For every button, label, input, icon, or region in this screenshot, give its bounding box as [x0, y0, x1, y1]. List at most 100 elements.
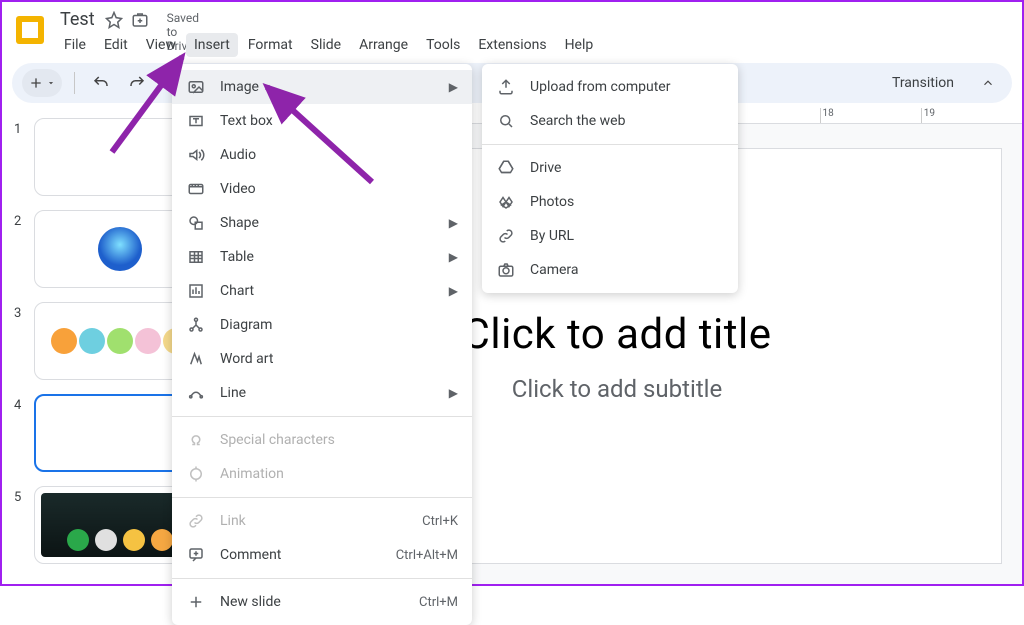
slide-subtitle-placeholder[interactable]: Click to add subtitle [512, 375, 723, 403]
upload-icon [496, 78, 516, 96]
cloud-status[interactable]: Saved to Drive [163, 11, 181, 29]
menu-separator [172, 416, 472, 417]
menu-item-label: Search the web [530, 113, 625, 129]
menu-item-label: Table [220, 249, 254, 265]
drive-icon [496, 159, 516, 177]
thumb-number: 1 [14, 118, 30, 137]
insert-item-image[interactable]: Image ▶ [172, 70, 472, 104]
thumb-number: 4 [14, 394, 30, 413]
move-icon[interactable] [131, 11, 149, 29]
plus-icon [186, 593, 206, 611]
undo-button[interactable] [87, 69, 115, 97]
title-area: Test Saved to Drive FileEditViewInsertFo… [56, 8, 601, 57]
menu-item-label: Diagram [220, 317, 272, 333]
menu-item-label: Photos [530, 194, 574, 210]
diagram-icon [186, 316, 206, 334]
menu-item-label: Image [220, 79, 259, 95]
insert-item-audio[interactable]: Audio [172, 138, 472, 172]
slide-title-placeholder[interactable]: Click to add title [463, 310, 772, 359]
menu-item-label: Special characters [220, 432, 335, 448]
image-submenu-item-camera[interactable]: Camera [482, 253, 738, 287]
url-icon [496, 227, 516, 245]
menu-item-label: Link [220, 513, 246, 529]
image-submenu-item-search-the-web[interactable]: Search the web [482, 104, 738, 138]
ruler-tick: 18 [820, 108, 921, 123]
menu-extensions[interactable]: Extensions [470, 33, 554, 57]
transition-button[interactable]: Transition [882, 71, 964, 95]
toolbar-chevron-up[interactable] [974, 69, 1002, 97]
menu-separator [172, 578, 472, 579]
insert-item-diagram[interactable]: Diagram [172, 308, 472, 342]
wordart-icon [186, 350, 206, 368]
redo-button[interactable] [123, 69, 151, 97]
menu-item-label: New slide [220, 594, 281, 610]
menu-item-label: Camera [530, 262, 579, 278]
star-icon[interactable] [105, 11, 123, 29]
menu-item-label: Audio [220, 147, 256, 163]
image-submenu-item-drive[interactable]: Drive [482, 151, 738, 185]
insert-item-new-slide[interactable]: New slideCtrl+M [172, 585, 472, 619]
ruler-tick: 19 [921, 108, 1022, 123]
shape-icon [186, 214, 206, 232]
image-icon [186, 78, 206, 96]
menu-item-label: Comment [220, 547, 281, 563]
video-icon [186, 180, 206, 198]
menu-item-label: Line [220, 385, 246, 401]
motion-icon [186, 465, 206, 483]
camera-icon [496, 261, 516, 279]
insert-item-table[interactable]: Table ▶ [172, 240, 472, 274]
audio-icon [186, 146, 206, 164]
chart-icon [186, 282, 206, 300]
insert-item-video[interactable]: Video [172, 172, 472, 206]
image-submenu-item-by-url[interactable]: By URL [482, 219, 738, 253]
chevron-right-icon: ▶ [449, 80, 458, 94]
menu-help[interactable]: Help [557, 33, 602, 57]
menu-item-label: Word art [220, 351, 273, 367]
menu-separator [172, 497, 472, 498]
menu-insert[interactable]: Insert [186, 33, 238, 57]
menu-view[interactable]: View [138, 33, 184, 57]
shortcut-label: Ctrl+K [422, 514, 458, 529]
app-logo-slides[interactable] [12, 12, 48, 48]
line-icon [186, 384, 206, 402]
insert-item-chart[interactable]: Chart ▶ [172, 274, 472, 308]
insert-item-text-box[interactable]: Text box [172, 104, 472, 138]
thumb-number: 3 [14, 302, 30, 321]
menu-slide[interactable]: Slide [303, 33, 349, 57]
menu-item-label: Chart [220, 283, 254, 299]
comment-icon [186, 546, 206, 564]
insert-item-link: Link Ctrl+K [172, 504, 472, 538]
menu-tools[interactable]: Tools [418, 33, 468, 57]
menu-item-label: Drive [530, 160, 561, 176]
new-slide-button[interactable] [22, 69, 62, 97]
insert-item-comment[interactable]: CommentCtrl+Alt+M [172, 538, 472, 572]
chevron-right-icon: ▶ [449, 250, 458, 264]
chevron-right-icon: ▶ [449, 386, 458, 400]
link-icon [186, 512, 206, 530]
image-submenu-item-upload-from-computer[interactable]: Upload from computer [482, 70, 738, 104]
insert-item-shape[interactable]: Shape ▶ [172, 206, 472, 240]
insert-item-line[interactable]: Line ▶ [172, 376, 472, 410]
header-bar: Test Saved to Drive FileEditViewInsertFo… [2, 2, 1022, 57]
chevron-right-icon: ▶ [449, 216, 458, 230]
insert-item-animation: Animation [172, 457, 472, 491]
menu-item-label: Upload from computer [530, 79, 670, 95]
thumb-number: 2 [14, 210, 30, 229]
insert-item-word-art[interactable]: Word art [172, 342, 472, 376]
menu-item-label: Shape [220, 215, 259, 231]
menu-item-label: By URL [530, 228, 574, 244]
search-icon [496, 112, 516, 130]
image-submenu-item-photos[interactable]: Photos [482, 185, 738, 219]
menu-arrange[interactable]: Arrange [351, 33, 416, 57]
menu-edit[interactable]: Edit [96, 33, 136, 57]
menu-file[interactable]: File [56, 33, 94, 57]
chevron-right-icon: ▶ [449, 284, 458, 298]
textbox-icon [186, 112, 206, 130]
menu-format[interactable]: Format [240, 33, 301, 57]
menu-item-label: Animation [220, 466, 284, 482]
saved-text: Saved to Drive [167, 11, 185, 29]
menu-separator [482, 144, 738, 145]
document-title[interactable]: Test [56, 8, 99, 31]
insert-item-special-characters: Special characters [172, 423, 472, 457]
menubar: FileEditViewInsertFormatSlideArrangeTool… [56, 33, 601, 57]
